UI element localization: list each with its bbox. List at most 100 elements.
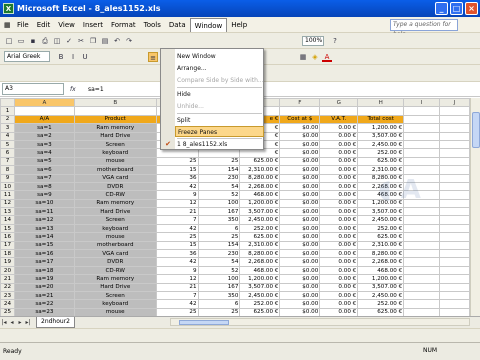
menu-item-hide[interactable]: Hide	[175, 89, 264, 100]
row-header[interactable]: 21	[0, 274, 15, 284]
column-header-j[interactable]: J	[439, 98, 470, 108]
menu-window[interactable]: Window	[189, 17, 228, 32]
formula-input[interactable]: sa=1	[88, 86, 104, 93]
new-icon[interactable]: □	[4, 36, 14, 46]
preview-icon[interactable]: ◫	[52, 36, 62, 46]
menu-tools[interactable]: Tools	[140, 18, 165, 32]
row-header[interactable]: 4	[0, 131, 15, 141]
cell-a20[interactable]: sa=18	[13, 265, 75, 276]
cell-a13[interactable]: sa=11	[13, 207, 75, 217]
menu-item-arrange[interactable]: Arrange...	[175, 63, 264, 74]
cell-f4[interactable]: $0.00	[279, 131, 321, 141]
row-header[interactable]: 3	[0, 123, 15, 133]
cell-b9[interactable]: VGA card	[73, 173, 157, 183]
cell-e7[interactable]: 625.00 €	[239, 156, 281, 167]
cell-c8[interactable]: 15	[155, 165, 199, 175]
cell-d19[interactable]: 54	[197, 257, 241, 267]
first-sheet-icon[interactable]: |◂	[0, 319, 8, 326]
cell-d12[interactable]: 100	[197, 198, 241, 209]
cell-a10[interactable]: sa=8	[13, 181, 75, 192]
cell-g14[interactable]: 0.00 €	[319, 215, 359, 225]
cell-e11[interactable]: 468.00 €	[239, 190, 281, 200]
fill-color-icon[interactable]: ◈	[310, 52, 320, 62]
border-icon[interactable]: ▦	[298, 52, 308, 62]
cell-g2[interactable]: V.A.T.	[319, 114, 359, 125]
menu-item-freeze-panes[interactable]: Freeze Panes	[175, 126, 264, 137]
cell-a7[interactable]: sa=5	[13, 156, 75, 167]
cell-f13[interactable]: $0.00	[279, 207, 321, 217]
cell-g24[interactable]: 0.00 €	[319, 299, 359, 309]
row-header[interactable]: 17	[0, 240, 15, 251]
cell-e12[interactable]: 1,200.00 €	[239, 198, 281, 209]
cell-a2[interactable]: A/A	[13, 114, 75, 125]
open-icon[interactable]: ▭	[16, 36, 26, 46]
menu-item-split[interactable]: Split	[175, 115, 264, 126]
cell-g17[interactable]: 0.00 €	[319, 240, 359, 251]
cell-d9[interactable]: 230	[197, 173, 241, 183]
row-header[interactable]: 25	[0, 307, 15, 316]
row-header[interactable]: 11	[0, 190, 15, 200]
cell-i19[interactable]	[403, 257, 441, 267]
cell-g15[interactable]: 0.00 €	[319, 223, 359, 234]
row-header[interactable]: 19	[0, 257, 15, 267]
cell-f19[interactable]: $0.00	[279, 257, 321, 267]
cell-h14[interactable]: 2,450.00 €	[357, 215, 405, 225]
cell-d14[interactable]: 350	[197, 215, 241, 225]
cell-j6[interactable]	[439, 148, 470, 158]
cell-a15[interactable]: sa=13	[13, 223, 75, 234]
cell-h7[interactable]: 625.00 €	[357, 156, 405, 167]
cell-f11[interactable]: $0.00	[279, 190, 321, 200]
menu-file[interactable]: File	[13, 18, 33, 32]
cell-d18[interactable]: 230	[197, 249, 241, 259]
cell-e8[interactable]: 2,310.00 €	[239, 165, 281, 175]
cell-c19[interactable]: 42	[155, 257, 199, 267]
cell-h4[interactable]: 3,507.00 €	[357, 131, 405, 141]
cell-a14[interactable]: sa=12	[13, 215, 75, 225]
redo-icon[interactable]: ↷	[124, 36, 134, 46]
cell-j24[interactable]	[439, 299, 470, 309]
cell-i20[interactable]	[403, 265, 441, 276]
menu-view[interactable]: View	[54, 18, 79, 32]
cell-b14[interactable]: Screen	[73, 215, 157, 225]
cell-j21[interactable]	[439, 274, 470, 284]
cell-j5[interactable]	[439, 139, 470, 150]
cell-i8[interactable]	[403, 165, 441, 175]
cell-a21[interactable]: sa=19	[13, 274, 75, 284]
cell-i17[interactable]	[403, 240, 441, 251]
undo-icon[interactable]: ↶	[112, 36, 122, 46]
cell-c24[interactable]: 42	[155, 299, 199, 309]
font-name-select[interactable]: Arial Greek	[4, 51, 50, 62]
cell-a24[interactable]: sa=22	[13, 299, 75, 309]
cell-f14[interactable]: $0.00	[279, 215, 321, 225]
cell-i21[interactable]	[403, 274, 441, 284]
cell-d23[interactable]: 350	[197, 290, 241, 301]
cell-f10[interactable]: $0.00	[279, 181, 321, 192]
horizontal-scrollbar[interactable]	[170, 318, 470, 326]
cell-h22[interactable]: 3,507.00 €	[357, 282, 405, 293]
cell-i22[interactable]	[403, 282, 441, 293]
row-header[interactable]: 9	[0, 173, 15, 183]
cell-g13[interactable]: 0.00 €	[319, 207, 359, 217]
cell-e13[interactable]: 3,507.00 €	[239, 207, 281, 217]
cell-a5[interactable]: sa=3	[13, 139, 75, 150]
cell-j20[interactable]	[439, 265, 470, 276]
cell-f20[interactable]: $0.00	[279, 265, 321, 276]
cell-j19[interactable]	[439, 257, 470, 267]
cell-h5[interactable]: 2,450.00 €	[357, 139, 405, 150]
cell-h25[interactable]: 625.00 €	[357, 307, 405, 316]
cell-i6[interactable]	[403, 148, 441, 158]
cell-f5[interactable]: $0.00	[279, 139, 321, 150]
cell-e10[interactable]: 2,268.00 €	[239, 181, 281, 192]
cell-i23[interactable]	[403, 290, 441, 301]
italic-icon[interactable]: I	[68, 52, 78, 62]
cell-j1[interactable]	[439, 106, 470, 116]
cell-c7[interactable]: 25	[155, 156, 199, 167]
row-header[interactable]: 22	[0, 282, 15, 293]
column-header-f[interactable]: F	[279, 98, 321, 108]
menu-help[interactable]: Help	[227, 18, 251, 32]
cell-c23[interactable]: 7	[155, 290, 199, 301]
row-header[interactable]: 13	[0, 207, 15, 217]
menu-data[interactable]: Data	[165, 18, 190, 32]
menu-edit[interactable]: Edit	[33, 18, 55, 32]
cell-d6[interactable]	[197, 148, 241, 158]
